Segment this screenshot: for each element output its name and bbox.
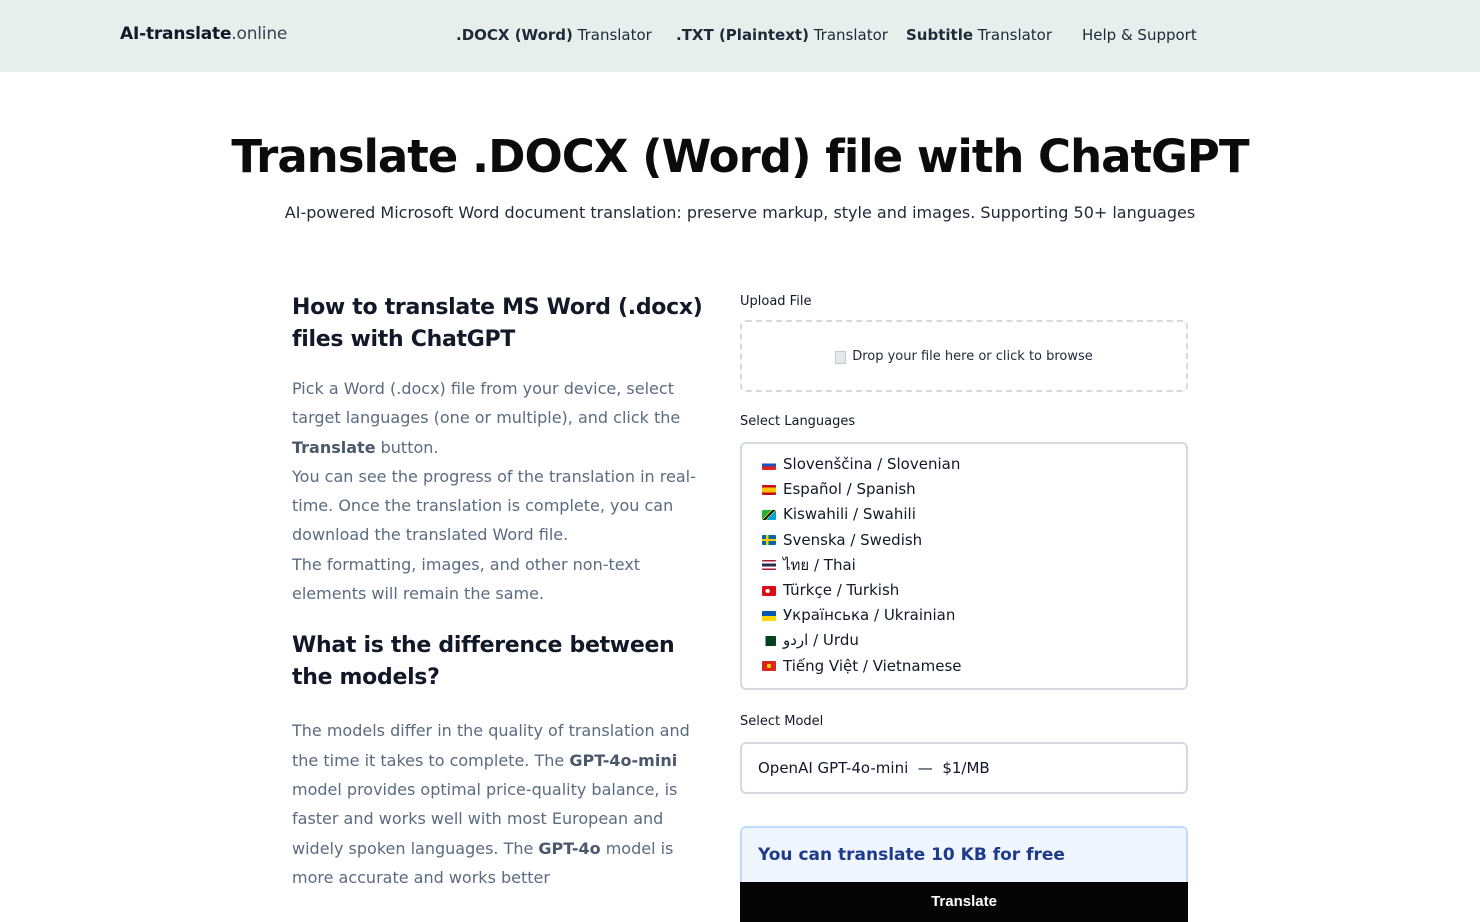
nav-link-txt-bold: .TXT (Plaintext) <box>676 26 809 44</box>
language-option-label: Tiếng Việt / Vietnamese <box>783 656 962 675</box>
flag-icon <box>762 585 776 596</box>
nav-link-subtitle-translator[interactable]: Subtitle Translator <box>906 26 1052 44</box>
flag-icon <box>762 484 776 495</box>
language-option-label: Українська / Ukrainian <box>783 606 956 625</box>
language-option-label: Slovenščina / Slovenian <box>783 455 961 473</box>
brand-name: AI-translate <box>120 24 232 44</box>
howto-translate-bold: Translate <box>292 437 376 457</box>
language-option[interactable]: Türkçe / Turkish <box>762 578 1186 603</box>
language-option[interactable]: اردو / Urdu <box>762 628 1186 653</box>
translate-form: Upload File Drop your file here or click… <box>740 292 1188 922</box>
howto-heading: How to translate MS Word (.docx) files w… <box>292 295 703 352</box>
flag-icon <box>762 459 776 470</box>
file-dropzone[interactable]: Drop your file here or click to browse <box>740 320 1188 392</box>
free-quota-notice: You can translate 10 KB for free <box>740 826 1188 882</box>
howto-paragraph: Pick a Word (.docx) file from your devic… <box>292 374 712 608</box>
select-model-label: Select Model <box>740 714 824 729</box>
page-title: Translate .DOCX (Word) file with ChatGPT <box>231 130 1249 183</box>
info-column: How to translate MS Word (.docx) files w… <box>292 292 712 892</box>
language-option[interactable]: Tiếng Việt / Vietnamese <box>762 654 1186 679</box>
flag-icon <box>762 560 776 571</box>
nav-link-subtitle-bold: Subtitle <box>906 26 974 44</box>
language-option[interactable]: Español / Spanish <box>762 477 1186 502</box>
brand-logo[interactable]: AI-translate.online <box>120 24 287 44</box>
nav-link-txt-light: Translator <box>808 26 888 44</box>
language-option-label: Türkçe / Turkish <box>783 580 900 599</box>
language-option-label: اردو / Urdu <box>783 631 859 650</box>
nav-link-docx-bold: .DOCX (Word) <box>456 26 573 44</box>
language-option[interactable]: ไทย / Thai <box>762 553 1186 578</box>
models-paragraph: The models differ in the quality of tran… <box>292 716 712 892</box>
flag-icon <box>762 661 776 672</box>
dropzone-text: Drop your file here or click to browse <box>852 348 1093 364</box>
howto-text-1: Pick a Word (.docx) file from your devic… <box>292 379 681 428</box>
language-option[interactable]: Українська / Ukrainian <box>762 603 1186 628</box>
howto-text-3: You can see the progress of the translat… <box>292 466 696 545</box>
howto-text-2: button. <box>375 437 439 457</box>
models-4o-bold: GPT-4o <box>538 838 601 858</box>
select-languages-label: Select Languages <box>740 414 856 429</box>
language-option[interactable]: Slovenščina / Slovenian <box>762 452 1186 477</box>
nav-link-help-label: Help & Support <box>1082 26 1197 44</box>
language-option-label: Svenska / Swedish <box>783 530 923 549</box>
languages-multiselect[interactable]: Slovenščina / Slovenian Español / Spanish… <box>740 442 1188 690</box>
language-option-label: Español / Spanish <box>783 480 916 499</box>
upload-file-label: Upload File <box>740 294 812 309</box>
howto-text-4: The formatting, images, and other non-te… <box>292 554 641 604</box>
nav-link-txt-translator[interactable]: .TXT (Plaintext) Translator <box>676 26 888 44</box>
nav-link-help-support[interactable]: Help & Support <box>1082 26 1197 44</box>
model-select[interactable]: OpenAI GPT-4o-mini — $1/MB <box>740 742 1188 794</box>
brand-domain: .online <box>231 24 288 44</box>
flag-icon <box>762 610 776 621</box>
translate-button[interactable]: Translate <box>740 882 1188 922</box>
page-subtitle: AI-powered Microsoft Word document trans… <box>284 203 1196 222</box>
nav-link-docx-light: Translator <box>572 26 652 44</box>
models-mini-bold: GPT-4o-mini <box>569 750 678 770</box>
file-icon <box>835 350 847 364</box>
language-option[interactable]: Kiswahili / Swahili <box>762 502 1186 527</box>
top-navigation-bar: AI-translate.online .DOCX (Word) Transla… <box>0 0 1480 72</box>
language-option-label: ไทย / Thai <box>783 555 856 574</box>
language-option[interactable]: Svenska / Swedish <box>762 528 1186 553</box>
nav-link-docx-translator[interactable]: .DOCX (Word) Translator <box>456 26 652 44</box>
models-heading: What is the difference between the model… <box>292 633 675 691</box>
flag-icon <box>762 535 776 546</box>
nav-link-subtitle-light: Translator <box>973 26 1053 44</box>
flag-icon <box>762 635 776 646</box>
language-option-label: Kiswahili / Swahili <box>783 505 916 524</box>
flag-icon <box>762 509 776 520</box>
